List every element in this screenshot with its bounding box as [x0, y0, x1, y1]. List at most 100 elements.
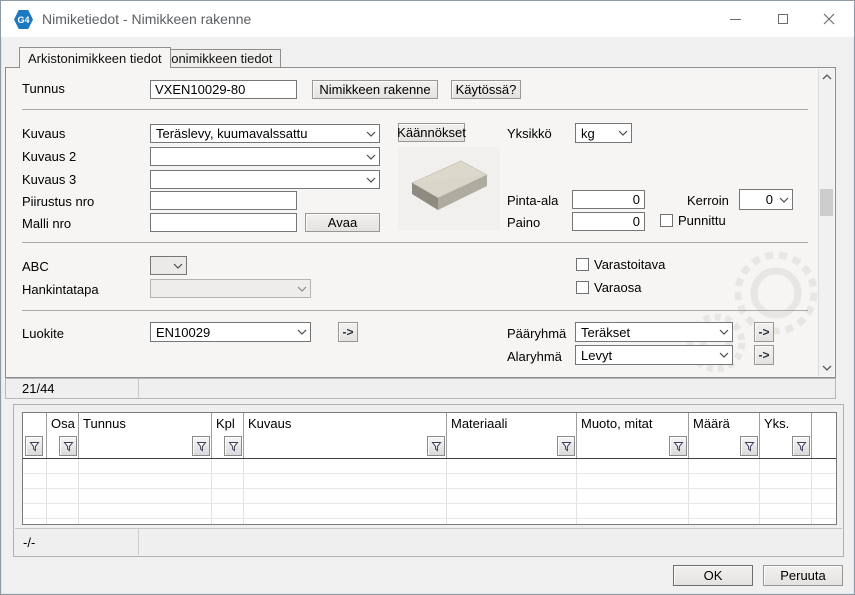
table-cell — [47, 459, 79, 473]
varaosa-checkbox[interactable] — [576, 281, 589, 294]
filter-button[interactable] — [25, 436, 43, 456]
table-cell — [812, 504, 836, 518]
filter-button[interactable] — [224, 436, 242, 456]
parts-group: Osa Tunnus Kpl Kuvaus Materiaali — [13, 404, 844, 557]
table-cell — [447, 459, 577, 473]
kuvaus-combobox[interactable]: Teräslevy, kuumavalssattu — [150, 124, 380, 143]
kuvaus3-label: Kuvaus 3 — [22, 171, 76, 189]
table-cell — [244, 504, 447, 518]
table-cell — [577, 519, 689, 525]
table-row — [23, 519, 836, 525]
column-label: Muoto, mitat — [581, 416, 653, 431]
table-row — [23, 459, 836, 474]
table-cell — [23, 519, 47, 525]
column-label: Osa — [51, 416, 75, 431]
chevron-down-icon — [716, 352, 732, 358]
kaytossa-button[interactable]: Käytössä? — [451, 80, 521, 99]
vertical-scrollbar[interactable] — [818, 69, 834, 376]
minimize-button[interactable] — [719, 7, 751, 31]
scroll-down-button[interactable] — [819, 360, 834, 376]
yksikko-value: kg — [581, 126, 615, 141]
column-kuvaus[interactable]: Kuvaus — [244, 413, 447, 458]
column-osa[interactable]: Osa — [47, 413, 79, 458]
column-indicator[interactable] — [23, 413, 47, 458]
filter-button[interactable] — [427, 436, 445, 456]
filter-button[interactable] — [192, 436, 210, 456]
scrollbar-thumb[interactable] — [820, 189, 833, 216]
kuvaus3-combobox[interactable] — [150, 170, 380, 189]
column-maara[interactable]: Määrä — [689, 413, 760, 458]
luokite-label: Luokite — [22, 325, 64, 343]
close-button[interactable] — [813, 7, 845, 31]
paaryhma-arrow-button[interactable]: -> — [754, 322, 774, 342]
abc-combobox[interactable] — [150, 256, 187, 275]
chevron-down-icon — [363, 177, 379, 183]
column-kpl[interactable]: Kpl — [212, 413, 244, 458]
tunnus-input[interactable] — [150, 80, 297, 99]
table-cell — [447, 489, 577, 503]
filter-button[interactable] — [669, 436, 687, 456]
maximize-button[interactable] — [767, 7, 799, 31]
paino-input[interactable] — [572, 212, 645, 231]
table-cell — [79, 504, 212, 518]
punnittu-checkbox[interactable] — [660, 214, 673, 227]
piirustus-nro-label: Piirustus nro — [22, 193, 94, 211]
minimize-icon — [730, 19, 741, 20]
ok-button[interactable]: OK — [673, 565, 753, 586]
hankintatapa-combobox[interactable] — [150, 279, 311, 298]
filter-icon — [431, 441, 442, 452]
alaryhma-arrow-button[interactable]: -> — [754, 345, 774, 365]
filter-button[interactable] — [557, 436, 575, 456]
table-cell — [47, 474, 79, 488]
table-cell — [760, 504, 812, 518]
column-yks[interactable]: Yks. — [760, 413, 812, 458]
pinta-ala-input[interactable] — [572, 190, 645, 209]
column-label: Tunnus — [83, 416, 126, 431]
table-cell — [447, 474, 577, 488]
kuvaus2-combobox[interactable] — [150, 147, 380, 166]
table-cell — [577, 489, 689, 503]
peruuta-button[interactable]: Peruuta — [763, 565, 843, 586]
column-filler — [812, 413, 836, 458]
chevron-down-icon — [294, 286, 310, 292]
kuvaus2-label: Kuvaus 2 — [22, 148, 76, 166]
alaryhma-value: Levyt — [581, 348, 716, 363]
column-label: Kuvaus — [248, 416, 291, 431]
table-cell — [689, 504, 760, 518]
yksikko-label: Yksikkö — [507, 125, 552, 143]
yksikko-combobox[interactable]: kg — [575, 123, 632, 143]
chevron-down-icon — [776, 197, 792, 203]
paaryhma-combobox[interactable]: Teräkset — [575, 322, 733, 342]
alaryhma-combobox[interactable]: Levyt — [575, 345, 733, 365]
pinta-ala-label: Pinta-ala — [507, 192, 558, 210]
nimikkeen-rakenne-button[interactable]: Nimikkeen rakenne — [312, 80, 438, 99]
piirustus-nro-input[interactable] — [150, 191, 297, 210]
column-label: Määrä — [693, 416, 730, 431]
avaa-button[interactable]: Avaa — [305, 213, 380, 232]
column-muoto-mitat[interactable]: Muoto, mitat — [577, 413, 689, 458]
tab-arkistonimikkeen-tiedot[interactable]: Arkistonimikkeen tiedot — [19, 47, 171, 68]
filter-button[interactable] — [740, 436, 758, 456]
filter-icon — [196, 441, 207, 452]
luokite-combobox[interactable]: EN10029 — [150, 322, 311, 342]
column-materiaali[interactable]: Materiaali — [447, 413, 577, 458]
column-label: Materiaali — [451, 416, 507, 431]
scroll-up-button[interactable] — [819, 69, 834, 85]
column-tunnus[interactable]: Tunnus — [79, 413, 212, 458]
varastoitava-checkbox[interactable] — [576, 258, 589, 271]
table-cell — [689, 519, 760, 525]
filter-button[interactable] — [792, 436, 810, 456]
parts-table: Osa Tunnus Kpl Kuvaus Materiaali — [22, 412, 837, 525]
kerroin-combobox[interactable]: 0 — [739, 189, 793, 210]
luokite-arrow-button[interactable]: -> — [338, 322, 358, 342]
malli-nro-input[interactable] — [150, 213, 297, 232]
table-cell — [244, 489, 447, 503]
separator — [22, 310, 808, 311]
kerroin-value: 0 — [745, 192, 776, 207]
table-cell — [212, 489, 244, 503]
kaannokset-button[interactable]: Käännökset — [398, 123, 465, 142]
paaryhma-value: Teräkset — [581, 325, 716, 340]
filter-button[interactable] — [59, 436, 77, 456]
table-cell — [812, 519, 836, 525]
alaryhma-label: Alaryhmä — [507, 348, 562, 366]
